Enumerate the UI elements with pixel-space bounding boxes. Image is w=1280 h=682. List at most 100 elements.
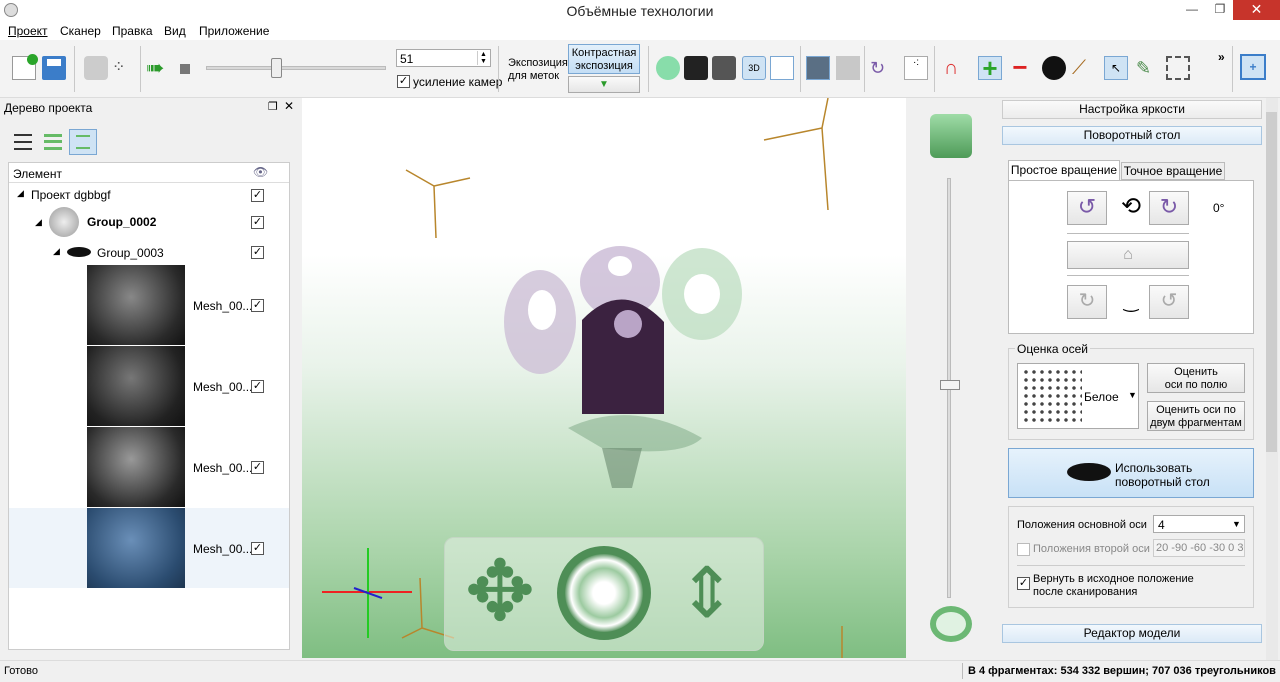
tilt-back-button[interactable]: ↻ xyxy=(1067,285,1107,319)
tree-row-project[interactable]: ◢ Проект dgbbgf ✓ xyxy=(9,185,289,205)
estimate-by-field-button[interactable]: Оценить оси по полю xyxy=(1147,363,1245,393)
second-axis-input[interactable]: 20 -90 -60 -30 0 30 xyxy=(1153,539,1245,557)
orbit-wheel-icon[interactable] xyxy=(557,546,651,640)
markers-icon[interactable]: ⁘ xyxy=(112,56,136,80)
visibility-checkbox[interactable]: ✓ xyxy=(251,189,264,202)
visibility-checkbox[interactable]: ✓ xyxy=(251,461,264,474)
expand-arrow-icon[interactable]: ◢ xyxy=(35,217,42,228)
texture-cam-icon[interactable] xyxy=(656,56,680,80)
second-axis-checkbox[interactable] xyxy=(1017,543,1030,556)
tab-simple-rotation[interactable]: Простое вращение xyxy=(1008,160,1120,180)
menu-scanner[interactable]: Сканер xyxy=(60,24,101,38)
bottom-turntable-icon[interactable] xyxy=(930,606,972,642)
scrollbar-thumb[interactable] xyxy=(1266,112,1277,452)
menu-view[interactable]: Вид xyxy=(164,24,186,38)
expand-arrow-icon[interactable]: ◢ xyxy=(53,246,60,257)
second-axis-label: Положения второй оси xyxy=(1033,543,1150,555)
main-axis-select[interactable]: 4 ▼ xyxy=(1153,515,1245,533)
camera-boost-checkbox[interactable]: ✓ xyxy=(397,75,410,88)
new-project-icon[interactable] xyxy=(12,54,38,80)
close-icon[interactable]: ✕ xyxy=(1233,0,1280,20)
estimate-by-two-button[interactable]: Оценить оси по двум фрагментам xyxy=(1147,401,1245,431)
float-panel-icon[interactable]: ❐ xyxy=(268,100,278,113)
remove-selection-icon[interactable]: − xyxy=(1008,54,1032,80)
menu-edit[interactable]: Правка xyxy=(112,24,153,38)
3d-viewport[interactable]: ✥ ⇕ xyxy=(302,98,906,658)
rotate-view-icon[interactable]: ↻ xyxy=(870,56,894,80)
mesh-thumbnail-1 xyxy=(87,265,185,345)
mesh-row-4[interactable]: Mesh_00... ✓ xyxy=(9,508,289,588)
visibility-checkbox[interactable]: ✓ xyxy=(251,380,264,393)
exposure-slider-handle[interactable] xyxy=(271,58,282,78)
contrast-exposure-button[interactable]: Контрастная экспозиция xyxy=(568,44,640,74)
mesh-stats: В 4 фрагментах: 534 332 вершин; 707 036 … xyxy=(968,665,1276,677)
home-position-button[interactable]: ⌂ xyxy=(1067,241,1189,269)
turntable-section-header[interactable]: Поворотный стол xyxy=(1002,126,1262,145)
tree-header: Элемент 👁 xyxy=(9,163,289,183)
spin-arrows-icon[interactable]: ▲ ▼ xyxy=(477,51,489,65)
stop-icon[interactable] xyxy=(180,64,190,74)
solid-view-icon[interactable] xyxy=(806,56,830,80)
rotate-ccw-button[interactable]: ↺ xyxy=(1067,191,1107,225)
rect-select-icon[interactable] xyxy=(1166,56,1190,80)
zoom-arrows-icon[interactable]: ⇕ xyxy=(677,548,737,638)
pan-arrows-icon[interactable]: ✥ xyxy=(455,548,545,638)
compact-view-icon[interactable] xyxy=(44,134,62,150)
tilt-forward-button[interactable]: ↺ xyxy=(1149,285,1189,319)
return-position-checkbox[interactable]: ✓ xyxy=(1017,577,1030,590)
axis-settings-group: Положения основной оси 4 ▼ Положения вто… xyxy=(1008,506,1254,608)
list-view-icon[interactable] xyxy=(14,134,32,150)
toolbar-overflow-icon[interactable]: » xyxy=(1218,50,1225,64)
rotate-cw-button[interactable]: ↻ xyxy=(1149,191,1189,225)
axis-gizmo xyxy=(322,548,412,638)
texture-view-icon[interactable] xyxy=(770,56,794,80)
visibility-checkbox[interactable]: ✓ xyxy=(251,246,264,259)
save-icon[interactable] xyxy=(42,56,66,80)
pointer-icon[interactable]: ↖ xyxy=(1104,56,1128,80)
add-selection-icon[interactable]: + xyxy=(978,55,1002,81)
mesh-row-3[interactable]: Mesh_00... ✓ xyxy=(9,427,289,507)
top-view-cube-icon[interactable] xyxy=(930,114,972,158)
minimize-icon[interactable]: — xyxy=(1178,0,1206,20)
fit-view-icon[interactable]: + xyxy=(1240,54,1266,80)
scan-object-icon[interactable] xyxy=(84,56,108,80)
magnet-icon[interactable]: ∩ xyxy=(944,56,968,80)
rotation-box: ↺ ⟲ ↻ 0° ⌂ ↻ ‿ ↺ xyxy=(1008,180,1254,334)
tree-row-group-0003[interactable]: ◢ Group_0003 ✓ xyxy=(9,241,289,263)
exposure-spinbox[interactable]: 51 ▲ ▼ xyxy=(396,49,491,67)
points-view-icon[interactable]: ·: xyxy=(904,56,928,80)
zoom-slider-handle[interactable] xyxy=(940,380,960,390)
turntable-thumbnail-icon xyxy=(67,247,91,257)
exposure-slider[interactable] xyxy=(206,66,386,70)
brush-icon[interactable]: ⟋ xyxy=(1072,56,1096,80)
dropdown-arrow-icon[interactable]: ▼ xyxy=(1128,390,1137,400)
exposure-dropdown-button[interactable]: ▼ xyxy=(568,76,640,93)
visibility-checkbox[interactable]: ✓ xyxy=(251,542,264,555)
mesh-row-2[interactable]: Mesh_00... ✓ xyxy=(9,346,289,426)
right-panel: Настройка яркости Поворотный стол Просто… xyxy=(1000,98,1280,660)
restore-icon[interactable]: ❐ xyxy=(1206,0,1234,20)
mesh-row-1[interactable]: Mesh_00... ✓ xyxy=(9,265,289,345)
invert-selection-icon[interactable] xyxy=(1042,56,1066,80)
grey-view-icon[interactable] xyxy=(836,56,860,80)
pen-icon[interactable]: ✎ xyxy=(1136,56,1160,80)
menu-application[interactable]: Приложение xyxy=(199,24,269,38)
window-title: Объёмные технологии xyxy=(566,3,714,19)
close-panel-icon[interactable]: ✕ xyxy=(284,99,294,113)
pattern-select[interactable]: Белое ▼ xyxy=(1017,363,1139,429)
3d-view-icon[interactable]: 3D xyxy=(742,56,766,80)
menu-project[interactable]: Проект xyxy=(8,24,48,38)
use-turntable-button[interactable]: Использовать поворотный стол xyxy=(1008,448,1254,498)
brightness-section-header[interactable]: Настройка яркости xyxy=(1002,100,1262,119)
tab-precise-rotation[interactable]: Точное вращение xyxy=(1121,162,1225,180)
start-scan-icon[interactable]: ➠ xyxy=(146,56,170,80)
visibility-checkbox[interactable]: ✓ xyxy=(251,299,264,312)
detailed-view-icon[interactable] xyxy=(69,129,97,155)
model-editor-section-header[interactable]: Редактор модели xyxy=(1002,624,1262,643)
camera-dark-icon[interactable] xyxy=(684,56,708,80)
dropdown-arrow-icon[interactable]: ▼ xyxy=(1232,519,1241,529)
visibility-checkbox[interactable]: ✓ xyxy=(251,216,264,229)
tree-row-group-0002[interactable]: ◢ Group_0002 ✓ xyxy=(9,205,289,239)
expand-arrow-icon[interactable]: ◢ xyxy=(17,188,24,199)
camera-settings-icon[interactable] xyxy=(712,56,736,80)
